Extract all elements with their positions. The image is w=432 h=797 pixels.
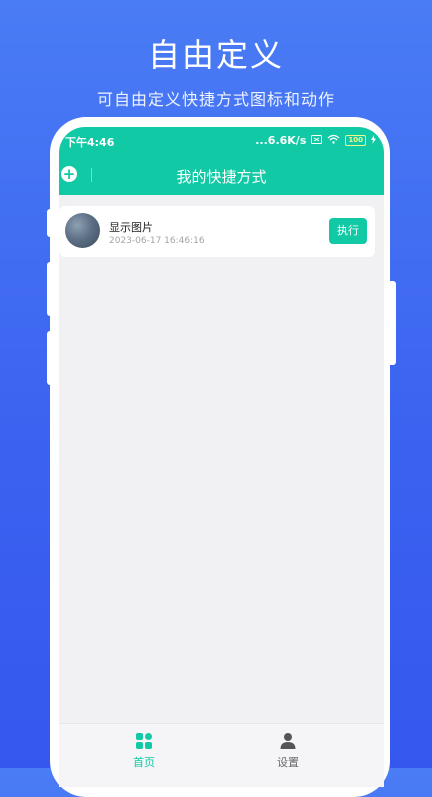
- status-right: ...6.6K/s 100: [255, 134, 376, 147]
- grid-icon: [114, 732, 174, 750]
- phone-side-button: [387, 281, 396, 365]
- phone-side-button: [47, 209, 54, 237]
- wifi-icon: [327, 134, 340, 147]
- navigation-bar: + 我的快捷方式: [59, 161, 384, 191]
- bottom-tab-bar: 首页 设置: [59, 723, 384, 787]
- charging-icon: [371, 134, 376, 147]
- person-icon: [258, 732, 318, 750]
- phone-side-button: [47, 331, 54, 385]
- sim-icon: [311, 134, 323, 147]
- shortcut-thumbnail: [65, 213, 100, 248]
- execute-button[interactable]: 执行: [329, 218, 367, 244]
- shortcut-card[interactable]: 显示图片 2023-06-17 16:46:16 执行: [59, 206, 375, 257]
- page-title: 我的快捷方式: [176, 168, 267, 186]
- promo-subtitle: 可自由定义快捷方式图标和动作: [96, 90, 335, 109]
- battery-icon: 100: [345, 135, 366, 146]
- shortcut-name: 显示图片: [109, 221, 153, 234]
- shortcut-date: 2023-06-17 16:46:16: [109, 236, 205, 246]
- status-time: 下午4:46: [65, 136, 115, 149]
- tab-home[interactable]: 首页: [114, 732, 174, 770]
- network-speed: ...6.6K/s: [255, 134, 307, 147]
- status-bar: 下午4:46 ...6.6K/s 100: [59, 133, 384, 151]
- top-bar: 下午4:46 ...6.6K/s 100 + 我的快捷方式: [59, 127, 384, 195]
- phone-side-button: [47, 262, 54, 316]
- tab-settings[interactable]: 设置: [258, 732, 318, 770]
- app-screen: 下午4:46 ...6.6K/s 100 + 我的快捷方式 显示图片 2023-…: [59, 127, 384, 787]
- promo-title: 自由定义: [147, 36, 284, 74]
